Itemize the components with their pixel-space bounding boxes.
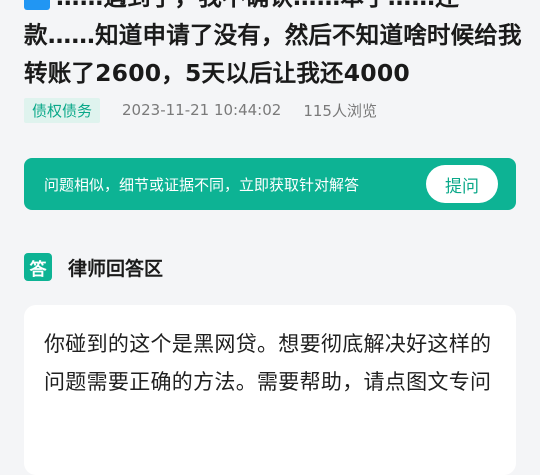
ask-banner: 问题相似，细节或证据不同，立即获取针对解答 提问 [24,158,516,210]
banner-text: 问题相似，细节或证据不同，立即获取针对解答 [44,175,360,194]
category-tag[interactable]: 债权债务 [24,97,101,123]
question-title: ……遇到了，我不确认……本子……还款……知道申请了没有，然后不知道啥时候给我转账… [24,0,524,92]
post-timestamp: 2023-11-21 10:44:02 [122,101,282,119]
answer-text: 你碰到的这个是黑网贷。想要彻底解决好这样的问题需要正确的方法。需要帮助，请点图文… [44,332,492,394]
answers-section-title: 律师回答区 [68,257,164,280]
view-count: 115人浏览 [303,101,377,120]
question-meta: 债权债务 2023-11-21 10:44:02 115人浏览 [24,97,377,123]
question-icon [24,0,50,10]
answer-card: 你碰到的这个是黑网贷。想要彻底解决好这样的问题需要正确的方法。需要帮助，请点图文… [24,305,516,475]
answers-section-header: 答 律师回答区 [24,253,163,281]
answer-icon: 答 [24,253,52,281]
question-title-text: ……遇到了，我不确认……本子……还款……知道申请了没有，然后不知道啥时候给我转账… [24,0,522,87]
ask-button[interactable]: 提问 [426,165,498,203]
